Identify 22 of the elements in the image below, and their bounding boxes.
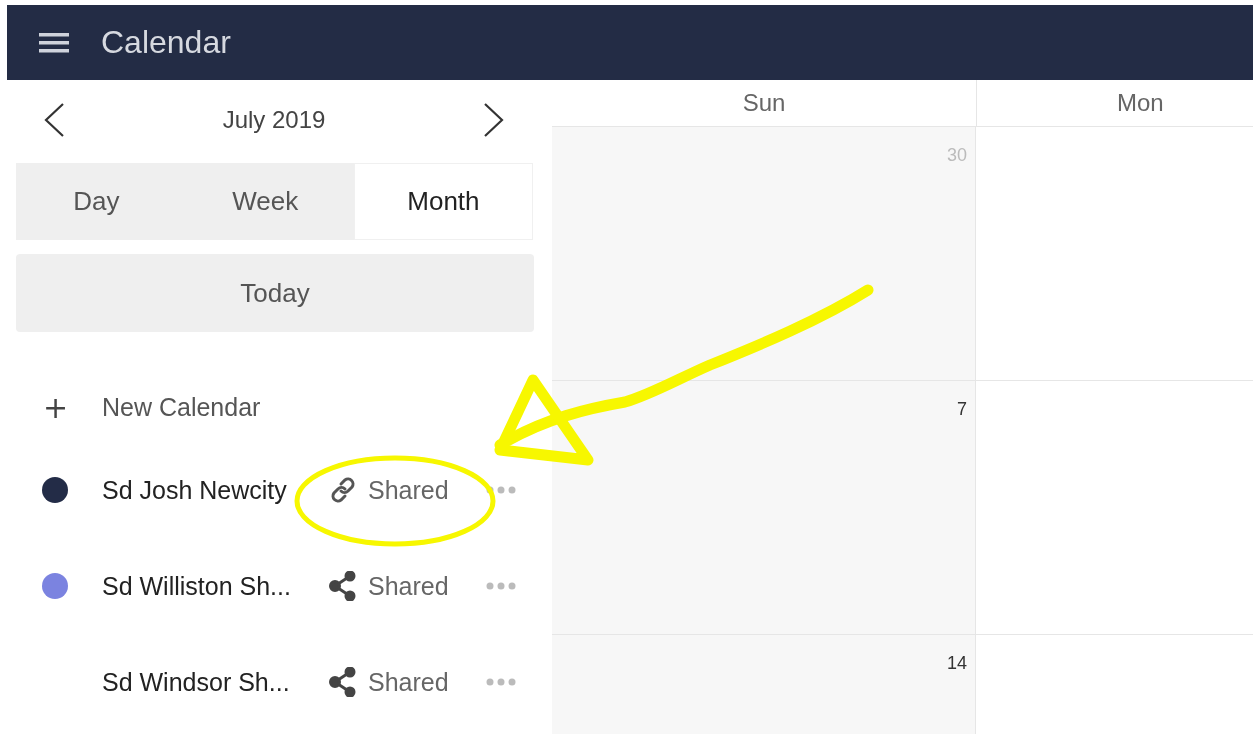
calendar-name[interactable]: Sd Williston Sh... bbox=[102, 571, 328, 601]
shared-label: Shared bbox=[368, 667, 450, 697]
shared-label: Shared bbox=[368, 571, 450, 601]
new-calendar-link[interactable]: New Calendar bbox=[102, 392, 261, 422]
calendar-name[interactable]: Sd Windsor Sh... bbox=[102, 667, 328, 697]
month-label: July 2019 bbox=[222, 106, 326, 134]
menu-icon[interactable] bbox=[39, 32, 69, 53]
day-number: 7 bbox=[957, 399, 967, 420]
share-icon bbox=[328, 667, 358, 697]
weekday-header: Sun bbox=[552, 80, 977, 126]
weekday-header: Mon bbox=[1116, 88, 1165, 118]
view-tab[interactable]: Month bbox=[353, 163, 533, 240]
share-icon bbox=[328, 571, 358, 601]
day-number: 14 bbox=[946, 653, 967, 674]
calendar-name[interactable]: Sd Josh Newcity bbox=[102, 475, 328, 505]
plus-icon[interactable]: + bbox=[43, 389, 102, 425]
app-title: Calendar bbox=[101, 24, 231, 61]
shared-label: Shared bbox=[368, 475, 450, 505]
previous-icon[interactable] bbox=[43, 103, 65, 137]
day-number: 30 bbox=[946, 145, 967, 166]
today-button[interactable]: Today bbox=[16, 254, 534, 332]
next-icon[interactable] bbox=[483, 103, 505, 137]
